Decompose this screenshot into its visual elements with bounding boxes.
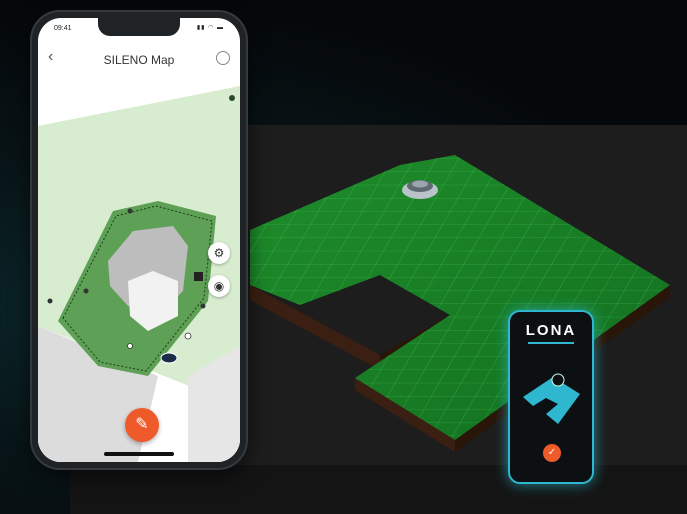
lona-confirm-button[interactable]: ✓: [543, 444, 561, 462]
edit-map-button[interactable]: ✎: [125, 408, 159, 442]
marketing-scene: 09:41 ▮▮ ◠ ▬ ‹ SILENO Map ⚙ ◉ ✎ LONA ✓: [0, 0, 687, 514]
garden-map[interactable]: [38, 76, 240, 462]
status-time: 09:41: [54, 25, 72, 32]
robot-marker[interactable]: [160, 352, 178, 364]
pencil-icon: ✎: [135, 416, 149, 433]
page-title: SILENO Map: [103, 53, 175, 67]
phone-device: 09:41 ▮▮ ◠ ▬ ‹ SILENO Map ⚙ ◉ ✎: [30, 10, 248, 470]
lona-logo-underline: [528, 342, 574, 344]
location-dot: [229, 95, 235, 101]
charging-station-marker[interactable]: [194, 272, 203, 281]
power-icon[interactable]: [216, 51, 230, 65]
settings-gear-button[interactable]: ⚙: [208, 242, 230, 264]
eye-icon: ◉: [213, 279, 225, 293]
lawn-surface: [250, 155, 670, 440]
status-icons: ▮▮ ◠ ▬: [196, 25, 224, 31]
lona-phone: LONA ✓: [508, 310, 594, 484]
lona-map-preview: [523, 373, 580, 424]
check-icon: ✓: [547, 447, 557, 458]
lona-logo: LONA: [525, 322, 577, 339]
home-indicator: [104, 452, 174, 456]
view-toggle-button[interactable]: ◉: [208, 275, 230, 297]
phone-notch: [98, 18, 180, 36]
gear-icon: ⚙: [213, 246, 225, 260]
phone-screen: 09:41 ▮▮ ◠ ▬ ‹ SILENO Map ⚙ ◉ ✎: [38, 18, 240, 462]
app-bar: ‹ SILENO Map: [38, 42, 240, 76]
